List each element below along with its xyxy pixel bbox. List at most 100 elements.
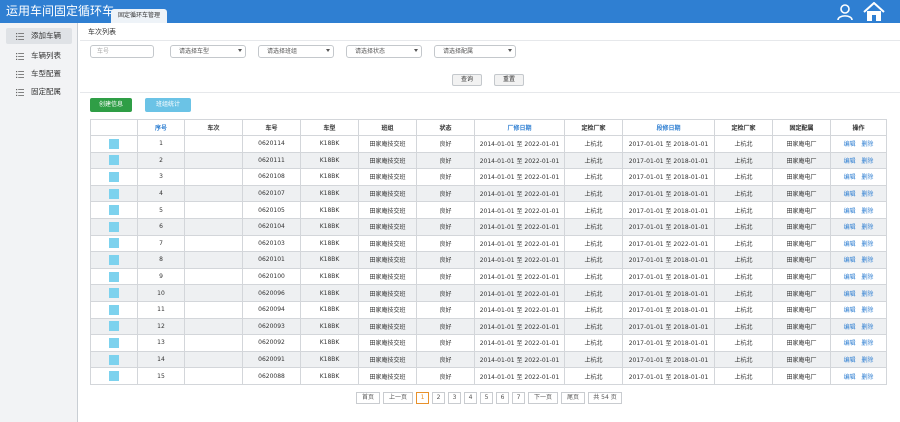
row-color-swatch[interactable] [109, 221, 119, 232]
sidebar-item[interactable]: 添加车辆 [6, 28, 72, 44]
row-color-swatch[interactable] [109, 188, 119, 199]
row-color-swatch[interactable] [109, 371, 119, 382]
create-info-button[interactable]: 创建信息 [90, 98, 132, 112]
edit-link[interactable]: 编辑 [844, 291, 856, 298]
edit-link[interactable]: 编辑 [844, 374, 856, 381]
row-index: 10 [137, 284, 185, 302]
edit-link[interactable]: 编辑 [844, 340, 856, 347]
row-select-cell[interactable] [90, 334, 138, 352]
assign-select[interactable]: 请选择配属 [434, 45, 516, 58]
status-select[interactable]: 请选择状态 [346, 45, 422, 58]
row-select-cell[interactable] [90, 151, 138, 170]
assign-cell: 田家庵电厂 [772, 367, 831, 385]
row-select-cell[interactable] [90, 350, 138, 369]
edit-link[interactable]: 编辑 [844, 141, 856, 148]
row-color-swatch[interactable] [109, 205, 119, 216]
row-color-swatch[interactable] [109, 304, 119, 315]
row-select-cell[interactable] [90, 251, 138, 269]
edit-link[interactable]: 编辑 [844, 274, 856, 281]
column-header-section-repair-date[interactable]: 段修日期 [622, 119, 715, 136]
edit-link[interactable]: 编辑 [844, 191, 856, 198]
row-color-swatch[interactable] [109, 238, 119, 249]
column-header-factory-repair-date[interactable]: 厂修日期 [474, 119, 565, 136]
row-select-cell[interactable] [90, 201, 138, 219]
page-button-3[interactable]: 3 [448, 392, 461, 404]
row-color-swatch[interactable] [109, 288, 119, 299]
delete-link[interactable]: 删除 [861, 374, 873, 381]
row-color-swatch[interactable] [109, 155, 119, 166]
last-page-button[interactable]: 尾页 [561, 392, 585, 404]
delete-link[interactable]: 删除 [861, 241, 873, 248]
car-type-select[interactable]: 请选择车型 [170, 45, 246, 58]
prev-page-button[interactable]: 上一页 [383, 392, 413, 404]
delete-link[interactable]: 删除 [861, 257, 873, 264]
page-button-1[interactable]: 1 [416, 392, 429, 404]
delete-link[interactable]: 删除 [861, 307, 873, 314]
factory-repair-date-cell: 2014-01-01 至 2022-01-01 [474, 350, 565, 369]
row-select-cell[interactable] [90, 168, 138, 186]
factory-repair-date-cell: 2014-01-01 至 2022-01-01 [474, 201, 565, 219]
edit-link[interactable]: 编辑 [844, 208, 856, 215]
delete-link[interactable]: 删除 [861, 158, 873, 165]
edit-link[interactable]: 编辑 [844, 257, 856, 264]
row-index: 4 [137, 184, 185, 203]
search-button[interactable]: 查询 [452, 74, 482, 86]
table-row: 7 0620103 K18BK 田家庵技交班 良好 2014-01-01 至 2022-0… [90, 234, 887, 253]
page-button-7[interactable]: 7 [512, 392, 525, 404]
edit-link[interactable]: 编辑 [844, 174, 856, 181]
user-icon[interactable] [836, 3, 854, 21]
plate-number-input[interactable] [90, 45, 154, 58]
sidebar-item[interactable]: 车辆列表 [6, 48, 72, 64]
page-button-2[interactable]: 2 [432, 392, 445, 404]
factory-repair-date-cell: 2014-01-01 至 2022-01-01 [474, 267, 565, 286]
edit-link[interactable]: 编辑 [844, 158, 856, 165]
page-button-4[interactable]: 4 [464, 392, 477, 404]
row-select-cell[interactable] [90, 284, 138, 302]
delete-link[interactable]: 删除 [861, 174, 873, 181]
row-color-swatch[interactable] [109, 171, 119, 182]
sidebar-item[interactable]: 固定配属 [6, 84, 72, 100]
reset-button[interactable]: 重置 [494, 74, 524, 86]
delete-link[interactable]: 删除 [861, 357, 873, 364]
column-header-index[interactable]: 序号 [137, 119, 185, 136]
row-color-swatch[interactable] [109, 321, 119, 332]
row-select-cell[interactable] [90, 135, 138, 153]
tab-fixed-circulation[interactable]: 固定循环车管理 [111, 9, 167, 23]
row-color-swatch[interactable] [109, 254, 119, 265]
delete-link[interactable]: 删除 [861, 224, 873, 231]
section-inspector-cell: 上杭北 [714, 267, 773, 286]
page-button-5[interactable]: 5 [480, 392, 493, 404]
row-color-swatch[interactable] [109, 271, 119, 282]
sidebar-item[interactable]: 车型配置 [6, 66, 72, 82]
row-select-cell[interactable] [90, 184, 138, 203]
row-select-cell[interactable] [90, 367, 138, 385]
row-select-cell[interactable] [90, 217, 138, 236]
row-color-swatch[interactable] [109, 337, 119, 348]
edit-link[interactable]: 编辑 [844, 241, 856, 248]
edit-link[interactable]: 编辑 [844, 324, 856, 331]
row-select-cell[interactable] [90, 267, 138, 286]
delete-link[interactable]: 删除 [861, 291, 873, 298]
home-icon[interactable] [863, 2, 885, 22]
section-repair-date-cell: 2017-01-01 至 2022-01-01 [622, 234, 715, 253]
row-select-cell[interactable] [90, 234, 138, 253]
delete-link[interactable]: 删除 [861, 274, 873, 281]
team-select[interactable]: 请选择班组 [258, 45, 334, 58]
edit-link[interactable]: 编辑 [844, 224, 856, 231]
row-select-cell[interactable] [90, 300, 138, 319]
row-color-swatch[interactable] [109, 138, 119, 149]
delete-link[interactable]: 删除 [861, 141, 873, 148]
delete-link[interactable]: 删除 [861, 324, 873, 331]
factory-inspector-cell: 上杭北 [564, 267, 623, 286]
shift-stats-button[interactable]: 班组统计 [145, 98, 191, 112]
delete-link[interactable]: 删除 [861, 208, 873, 215]
delete-link[interactable]: 删除 [861, 191, 873, 198]
row-select-cell[interactable] [90, 317, 138, 336]
delete-link[interactable]: 删除 [861, 340, 873, 347]
row-color-swatch[interactable] [109, 354, 119, 365]
next-page-button[interactable]: 下一页 [528, 392, 558, 404]
edit-link[interactable]: 编辑 [844, 357, 856, 364]
page-button-6[interactable]: 6 [496, 392, 509, 404]
edit-link[interactable]: 编辑 [844, 307, 856, 314]
first-page-button[interactable]: 首页 [356, 392, 380, 404]
